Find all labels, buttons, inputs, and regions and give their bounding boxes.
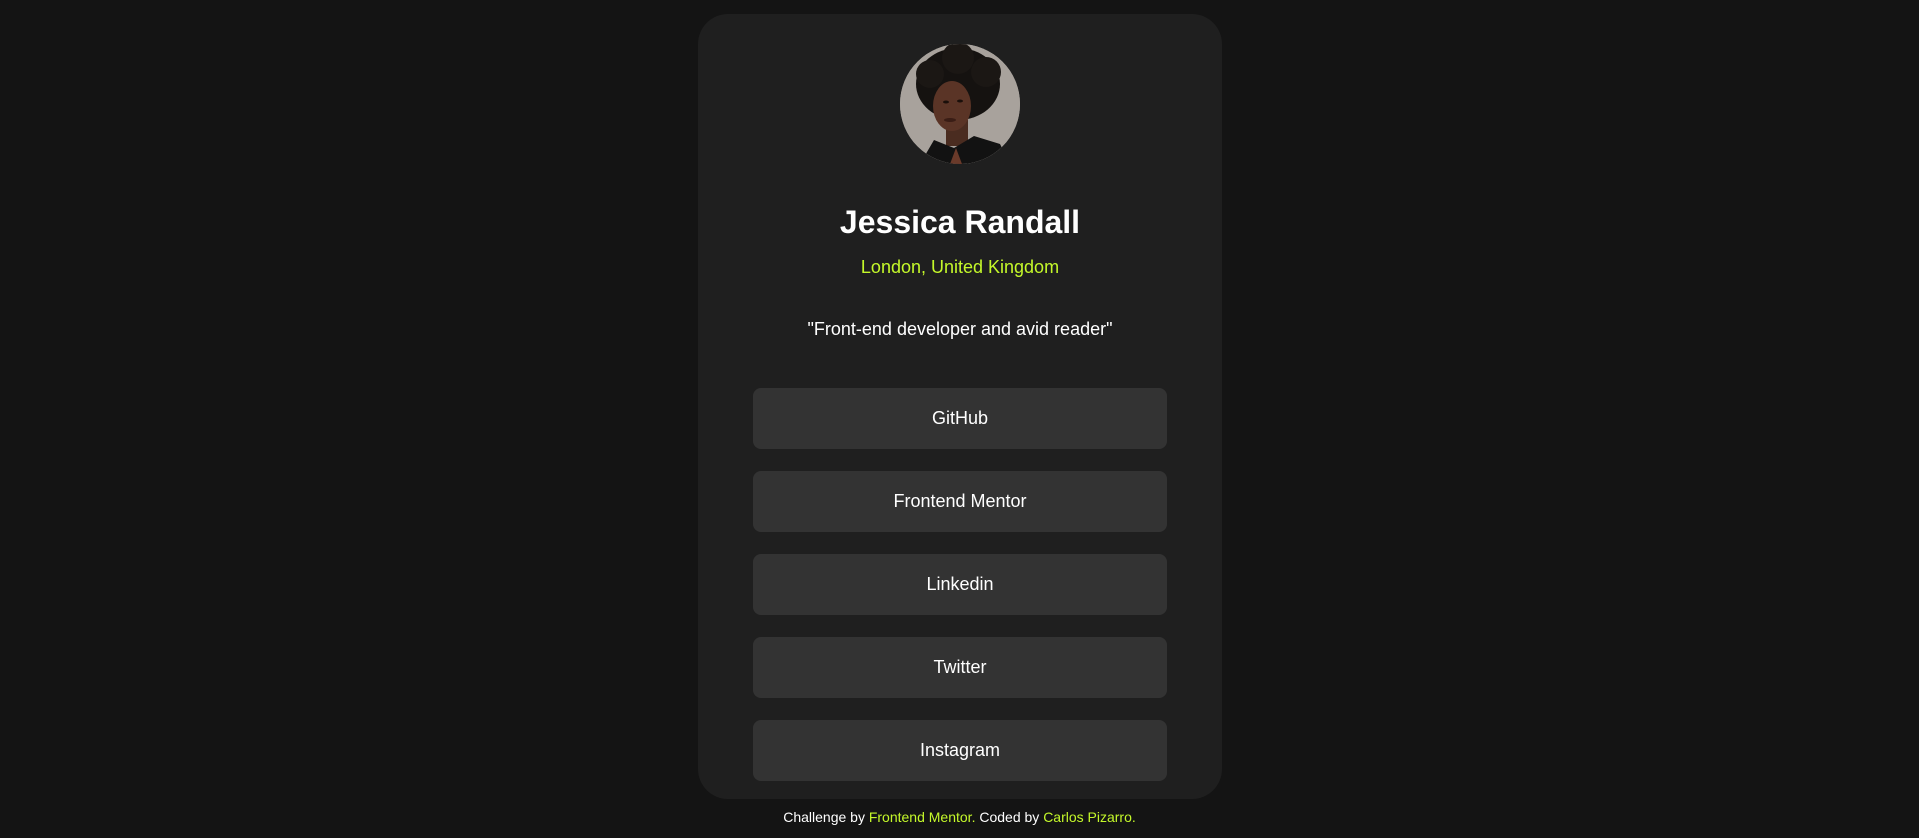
twitter-link-button[interactable]: Twitter [753, 637, 1167, 698]
footer-middle: Coded by [975, 809, 1044, 825]
profile-card: Jessica Randall London, United Kingdom "… [698, 14, 1222, 799]
profile-name: Jessica Randall [839, 204, 1081, 240]
linkedin-link-button[interactable]: Linkedin [753, 554, 1167, 615]
footer-prefix: Challenge by [783, 809, 869, 825]
profile-photo-icon [900, 44, 1020, 164]
attribution-footer: Challenge by Frontend Mentor. Coded by C… [0, 809, 1919, 825]
avatar [900, 44, 1020, 164]
social-links-list: GitHub Frontend Mentor Linkedin Twitter … [753, 388, 1167, 803]
frontend-mentor-link-button[interactable]: Frontend Mentor [753, 471, 1167, 532]
author-link[interactable]: Carlos Pizarro. [1043, 809, 1136, 825]
profile-location: London, United Kingdom [860, 257, 1060, 277]
challenge-link[interactable]: Frontend Mentor. [869, 809, 976, 825]
github-link-button[interactable]: GitHub [753, 388, 1167, 449]
profile-bio: "Front-end developer and avid reader" [807, 319, 1113, 339]
instagram-link-button[interactable]: Instagram [753, 720, 1167, 781]
